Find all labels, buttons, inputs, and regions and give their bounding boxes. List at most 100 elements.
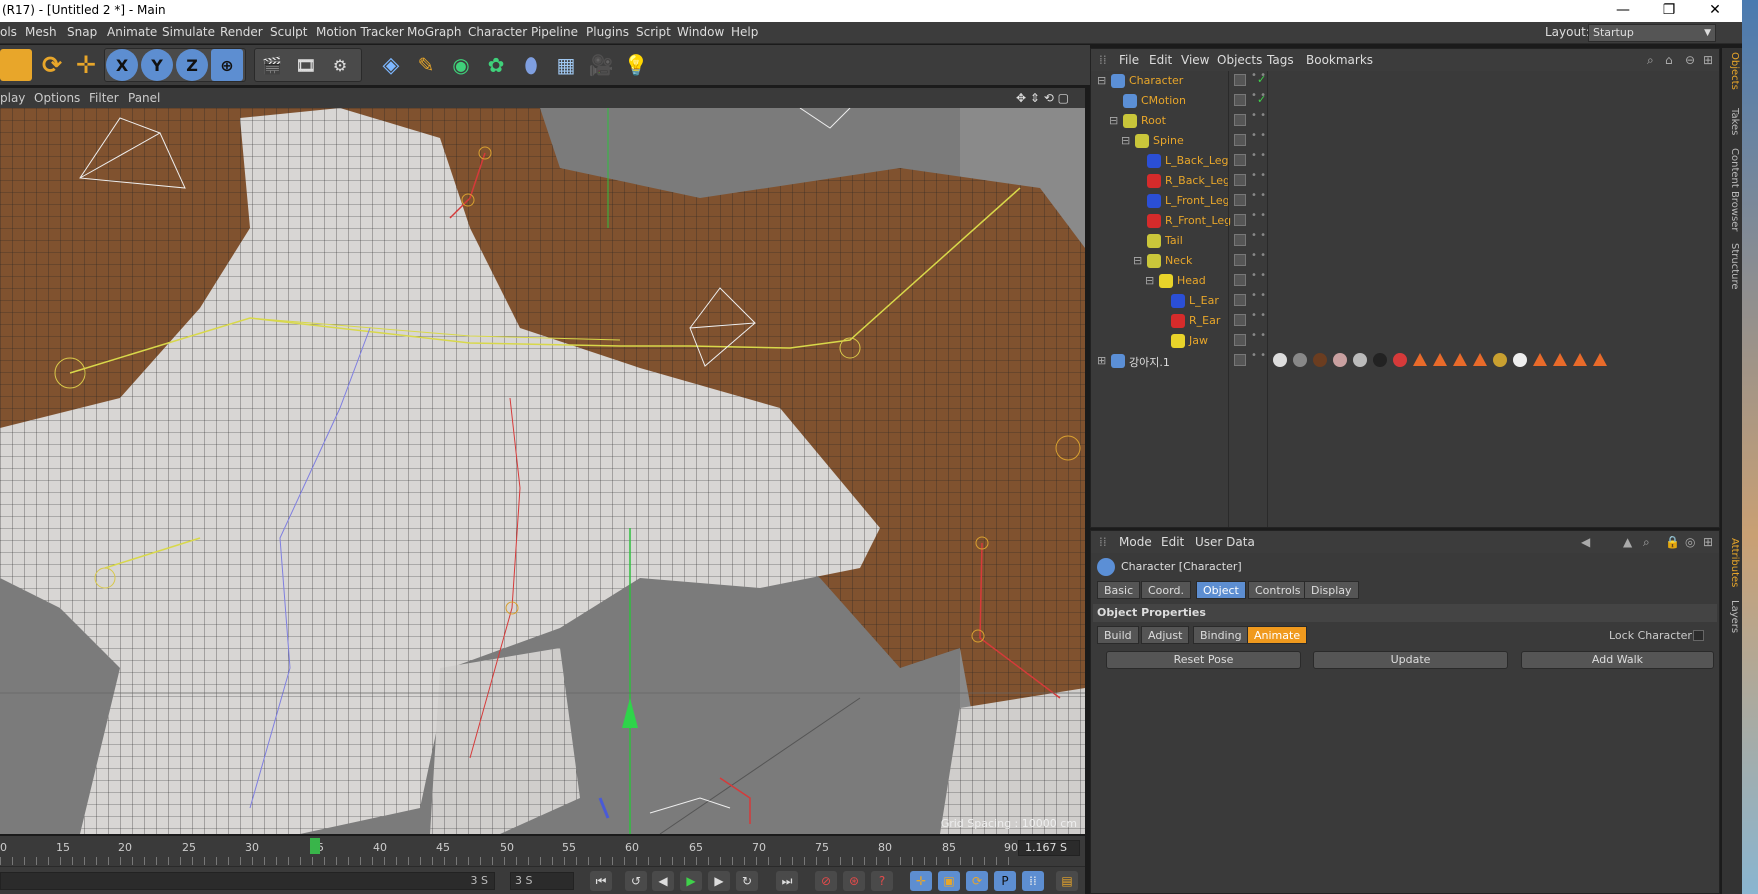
- object-row[interactable]: ⊟ Character • • ✓: [1091, 71, 1719, 91]
- layer-icon[interactable]: [1234, 174, 1246, 186]
- next-key-icon[interactable]: ↻: [736, 871, 758, 891]
- object-name[interactable]: R_Back_Leg: [1165, 174, 1230, 187]
- object-row[interactable]: ⊟ Neck • •: [1091, 251, 1719, 271]
- menu-window[interactable]: Window: [677, 25, 724, 39]
- 3d-viewport[interactable]: Grid Spacing : 10000 cm: [0, 108, 1085, 834]
- object-row[interactable]: ⊟ Root • •: [1091, 111, 1719, 131]
- visibility-dots-icon[interactable]: • •: [1251, 231, 1266, 241]
- search-icon[interactable]: ⌕: [1643, 535, 1650, 550]
- layer-icon[interactable]: [1234, 214, 1246, 226]
- tab-display[interactable]: Display: [1304, 581, 1359, 599]
- object-name[interactable]: Character: [1129, 74, 1183, 87]
- layer-icon[interactable]: [1234, 194, 1246, 206]
- layer-icon[interactable]: [1234, 294, 1246, 306]
- object-name[interactable]: L_Front_Leg: [1165, 194, 1230, 207]
- reset-pose-button[interactable]: Reset Pose: [1106, 651, 1301, 669]
- menu-sculpt[interactable]: Sculpt: [270, 25, 307, 39]
- material-tag-icon[interactable]: [1373, 353, 1387, 367]
- update-button[interactable]: Update: [1313, 651, 1508, 669]
- menu-plugins[interactable]: Plugins: [586, 25, 629, 39]
- visibility-dots-icon[interactable]: • •: [1251, 151, 1266, 161]
- visibility-dots-icon[interactable]: • •: [1251, 191, 1266, 201]
- om-menu-view[interactable]: View: [1181, 53, 1209, 67]
- material-tag-icon[interactable]: [1293, 353, 1307, 367]
- subtab-binding[interactable]: Binding: [1193, 626, 1249, 644]
- visibility-dots-icon[interactable]: • •: [1251, 251, 1266, 261]
- layer-icon[interactable]: [1234, 314, 1246, 326]
- pen-icon[interactable]: ✎: [410, 49, 442, 81]
- timeline-window-icon[interactable]: ▤: [1056, 871, 1078, 891]
- move-icon[interactable]: ✛: [70, 49, 102, 81]
- om-menu-edit[interactable]: Edit: [1149, 53, 1172, 67]
- key-scale-icon[interactable]: ▣: [938, 871, 960, 891]
- cursor-icon[interactable]: ▲: [1623, 535, 1632, 549]
- expand-toggle-icon[interactable]: ⊟: [1145, 274, 1154, 287]
- axis-x-button[interactable]: X: [106, 49, 138, 81]
- object-name[interactable]: 강아지.1: [1129, 354, 1170, 370]
- key-position-icon[interactable]: ✛: [910, 871, 932, 891]
- visibility-dots-icon[interactable]: • •: [1251, 271, 1266, 281]
- object-row[interactable]: R_Back_Leg • •: [1091, 171, 1719, 191]
- material-tag-icon[interactable]: [1493, 353, 1507, 367]
- cube-icon[interactable]: ◈: [375, 49, 407, 81]
- tag-triangle-icon[interactable]: [1453, 353, 1467, 366]
- viewport-menu-panel[interactable]: Panel: [128, 91, 160, 105]
- menu-simulate[interactable]: Simulate: [162, 25, 215, 39]
- layer-icon[interactable]: [1234, 154, 1246, 166]
- preview-start-field[interactable]: 3 S: [0, 872, 495, 890]
- side-tab-objects[interactable]: Objects: [1724, 52, 1740, 90]
- layer-icon[interactable]: [1234, 134, 1246, 146]
- am-menu-mode[interactable]: Mode: [1119, 535, 1152, 549]
- enabled-check-icon[interactable]: ✓: [1257, 93, 1266, 106]
- object-row[interactable]: Jaw • •: [1091, 331, 1719, 351]
- tag-triangle-icon[interactable]: [1433, 353, 1447, 366]
- autokey-icon[interactable]: ⊛: [843, 871, 865, 891]
- side-tab-structure[interactable]: Structure: [1724, 243, 1740, 290]
- minimize-button[interactable]: —: [1600, 0, 1646, 22]
- visibility-dots-icon[interactable]: • •: [1251, 291, 1266, 301]
- object-row[interactable]: Tail • •: [1091, 231, 1719, 251]
- axis-z-button[interactable]: Z: [176, 49, 208, 81]
- key-rotation-icon[interactable]: ⟳: [966, 871, 988, 891]
- cloner-icon[interactable]: ✿: [480, 49, 512, 81]
- am-menu-user-data[interactable]: User Data: [1195, 535, 1255, 549]
- layer-icon[interactable]: [1234, 334, 1246, 346]
- menu-mograph[interactable]: MoGraph: [407, 25, 462, 39]
- layer-icon[interactable]: [1234, 274, 1246, 286]
- visibility-dots-icon[interactable]: • •: [1251, 311, 1266, 321]
- rotate-icon[interactable]: ⟳: [36, 49, 68, 81]
- preview-end-field[interactable]: 3 S: [510, 872, 574, 890]
- tag-triangle-icon[interactable]: [1533, 353, 1547, 366]
- live-selection-icon[interactable]: [0, 49, 32, 81]
- play-icon[interactable]: ▶: [680, 871, 702, 891]
- subtab-animate[interactable]: Animate: [1247, 626, 1308, 644]
- layer-icon[interactable]: [1234, 354, 1246, 366]
- floor-icon[interactable]: ▦: [550, 49, 582, 81]
- side-tab-takes[interactable]: Takes: [1724, 108, 1740, 135]
- side-tab-content-browser[interactable]: Content Browser: [1724, 148, 1740, 231]
- side-tab-layers[interactable]: Layers: [1724, 600, 1740, 633]
- goto-end-icon[interactable]: ⏭: [776, 871, 798, 891]
- grip-icon[interactable]: ⁞⁞: [1099, 53, 1107, 67]
- menu-character[interactable]: Character: [468, 25, 527, 39]
- object-name[interactable]: R_Ear: [1189, 314, 1220, 327]
- timeline-ruler[interactable]: 015202530354045505560657075808590 1.167 …: [0, 836, 1085, 866]
- camera-icon[interactable]: 🎥: [585, 49, 617, 81]
- object-row[interactable]: R_Ear • •: [1091, 311, 1719, 331]
- material-tag-icon[interactable]: [1513, 353, 1527, 367]
- expand-toggle-icon[interactable]: ⊟: [1121, 134, 1130, 147]
- visibility-dots-icon[interactable]: • •: [1251, 331, 1266, 341]
- om-menu-file[interactable]: File: [1119, 53, 1139, 67]
- subtab-build[interactable]: Build: [1097, 626, 1139, 644]
- key-parameter-icon[interactable]: P: [994, 871, 1016, 891]
- key-pla-icon[interactable]: ⁞⁞: [1022, 871, 1044, 891]
- am-menu-edit[interactable]: Edit: [1161, 535, 1184, 549]
- layer-icon[interactable]: [1234, 94, 1246, 106]
- coordinate-system-icon[interactable]: ⊕: [211, 49, 243, 81]
- expand-toggle-icon[interactable]: ⊟: [1109, 114, 1118, 127]
- close-button[interactable]: ✕: [1692, 0, 1738, 22]
- menu-render[interactable]: Render: [220, 25, 263, 39]
- enabled-check-icon[interactable]: ✓: [1257, 73, 1266, 86]
- search-icon[interactable]: ⌕: [1647, 53, 1654, 68]
- expand-toggle-icon[interactable]: ⊞: [1097, 354, 1106, 367]
